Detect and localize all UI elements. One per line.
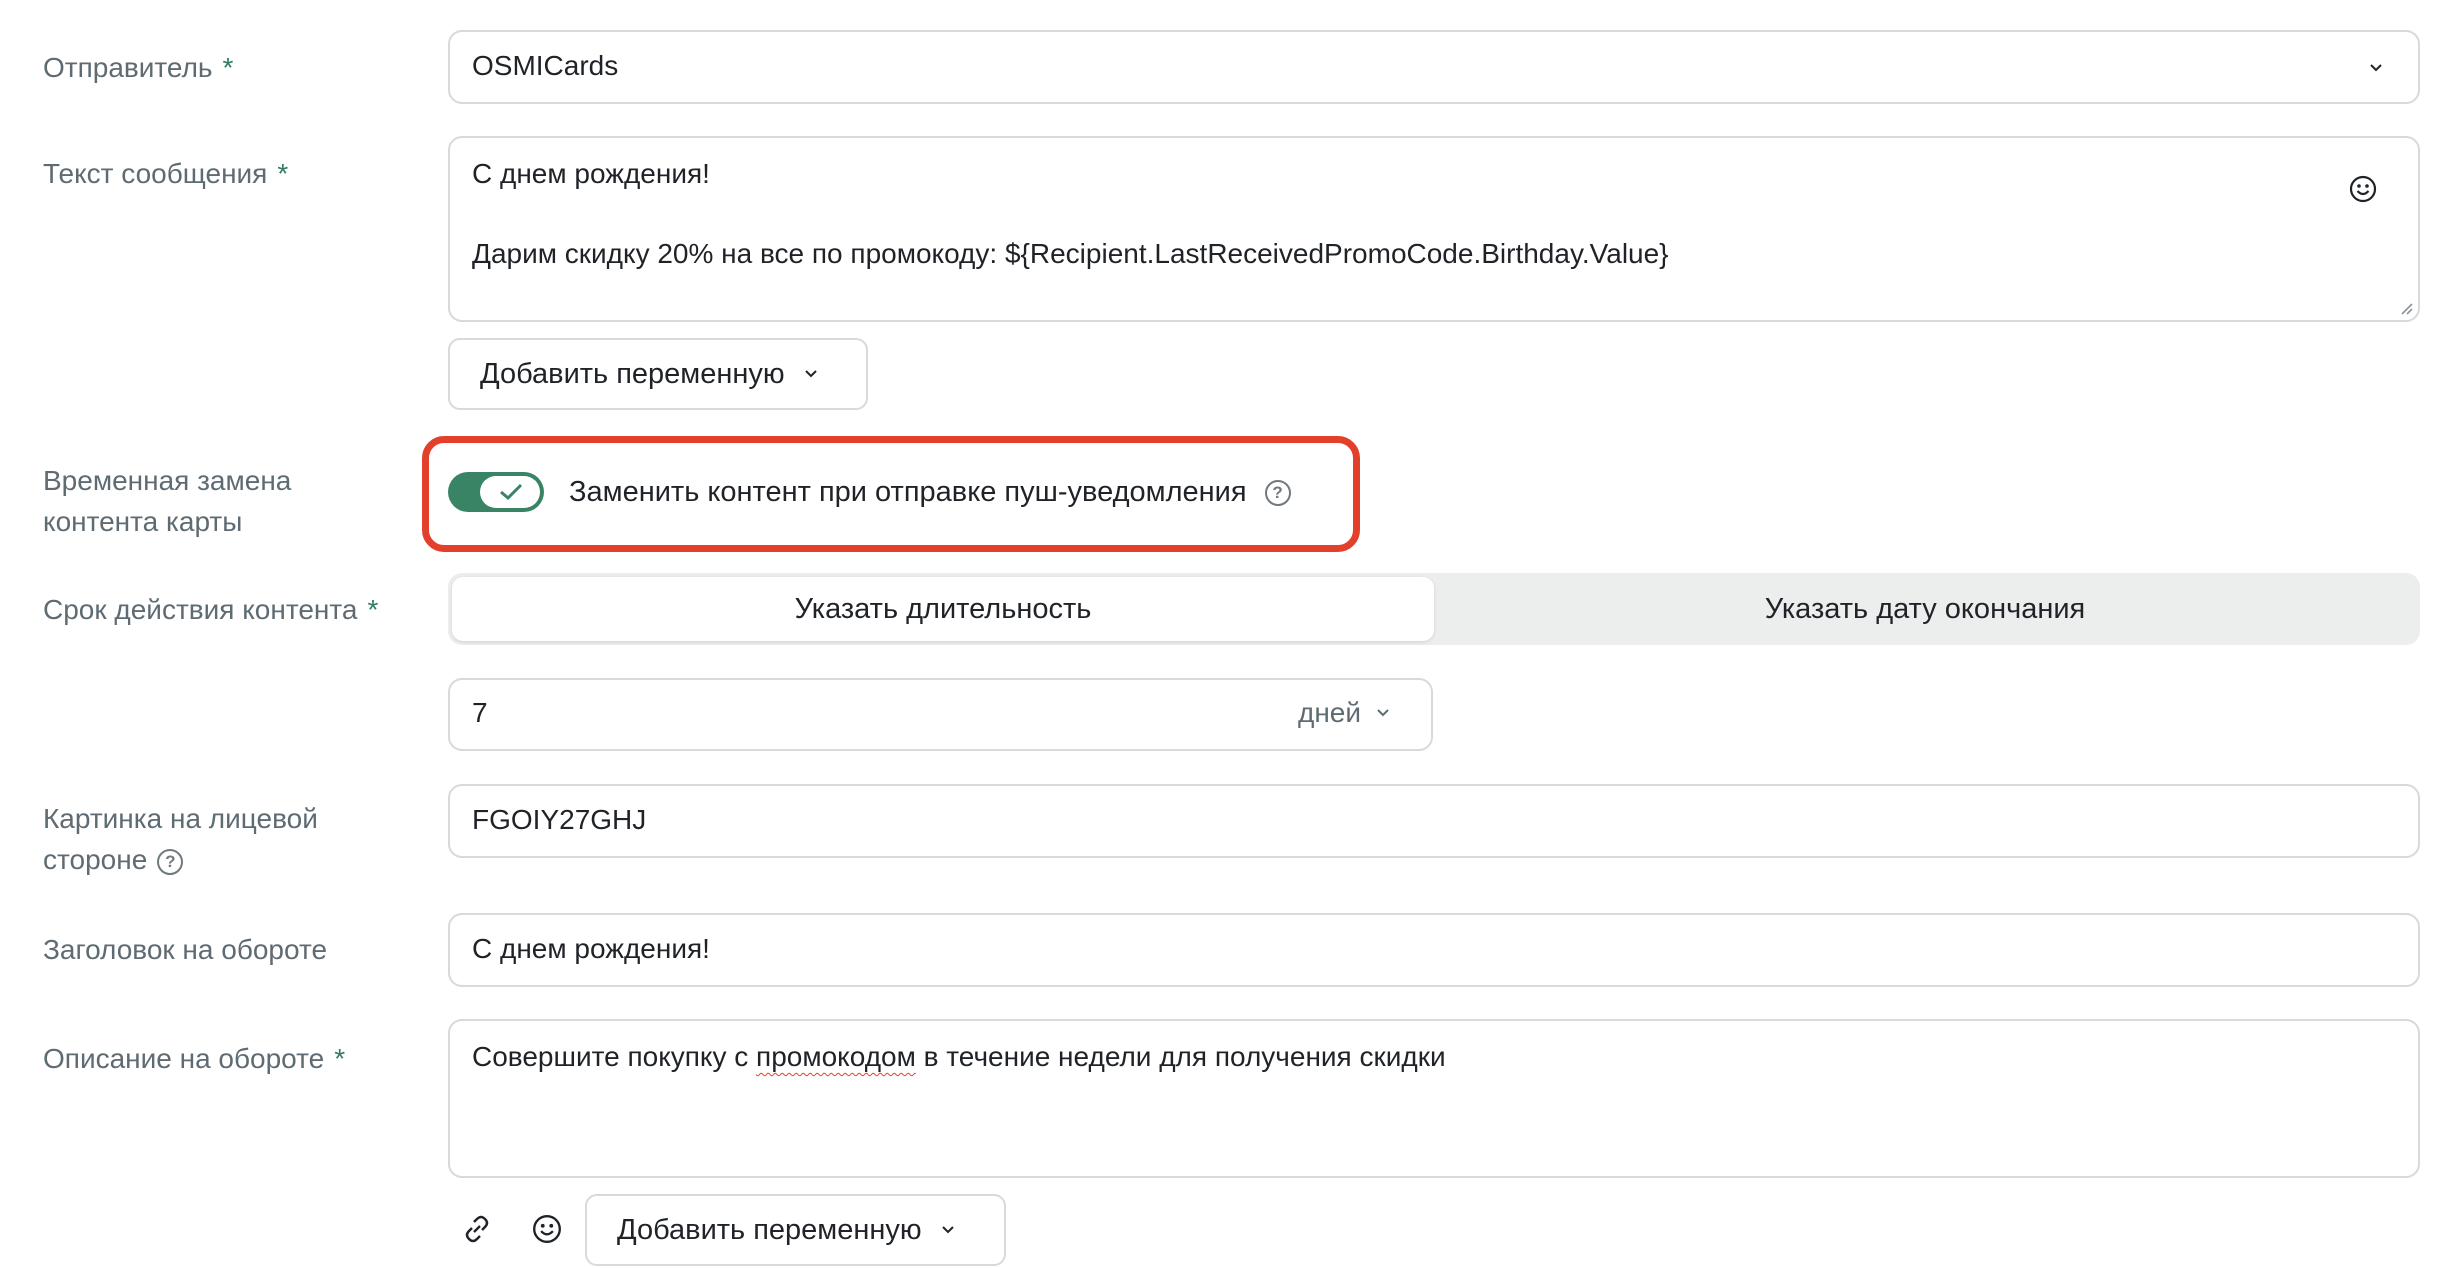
validity-segmented-control: Указать длительность Указать дату оконча… bbox=[448, 573, 2420, 645]
tab-end-date[interactable]: Указать дату окончания bbox=[1434, 577, 2416, 641]
validity-label: Срок действия контента * bbox=[43, 594, 379, 625]
required-marker: * bbox=[334, 1043, 346, 1074]
replace-content-toggle[interactable] bbox=[448, 472, 544, 512]
toggle-label-text: Заменить контент при отправке пуш-уведом… bbox=[569, 476, 1247, 508]
message-line-1: С днем рождения! bbox=[472, 158, 710, 189]
chevron-down-icon bbox=[804, 370, 817, 378]
front-image-input[interactable]: FGOIY27GHJ bbox=[448, 784, 2420, 858]
emoji-icon[interactable] bbox=[2348, 174, 2378, 204]
back-description-textarea[interactable]: Совершите покупку с промокодом в течение… bbox=[448, 1019, 2420, 1178]
required-marker: * bbox=[277, 158, 289, 189]
emoji-icon[interactable] bbox=[531, 1213, 563, 1245]
required-marker: * bbox=[367, 594, 379, 625]
front-image-value: FGOIY27GHJ bbox=[472, 804, 647, 835]
required-marker: * bbox=[222, 52, 234, 83]
chevron-down-icon bbox=[2370, 64, 2382, 72]
chevron-down-icon bbox=[1377, 709, 1389, 717]
replace-content-toggle-label: Заменить контент при отправке пуш-уведом… bbox=[569, 472, 1291, 512]
add-variable-label: Добавить переменную bbox=[617, 1213, 922, 1246]
toggle-knob bbox=[480, 476, 540, 508]
sender-select[interactable]: OSMICards bbox=[448, 30, 2420, 104]
sender-value: OSMICards bbox=[472, 50, 619, 81]
check-icon bbox=[500, 483, 523, 501]
message-label: Текст сообщения * bbox=[43, 158, 289, 189]
help-icon[interactable]: ? bbox=[157, 848, 184, 875]
duration-input[interactable]: 7 дней bbox=[448, 678, 1433, 751]
sender-label: Отправитель * bbox=[43, 52, 234, 83]
misspelled-word: промокодом bbox=[756, 1041, 916, 1072]
add-variable-button-description[interactable]: Добавить переменную bbox=[585, 1194, 1006, 1266]
duration-unit-value: дней bbox=[1297, 697, 1361, 728]
back-description-value: Совершите покупку с промокодом в течение… bbox=[472, 1041, 1446, 1072]
resize-handle-icon[interactable] bbox=[2396, 298, 2414, 316]
back-title-value: С днем рождения! bbox=[472, 933, 710, 964]
add-variable-label: Добавить переменную bbox=[480, 357, 785, 390]
front-image-label-line-1: Картинка на лицевой bbox=[43, 803, 318, 834]
chevron-down-icon bbox=[941, 1226, 954, 1234]
front-image-label-line-2: стороне? bbox=[43, 839, 184, 880]
back-title-input[interactable]: С днем рождения! bbox=[448, 913, 2420, 987]
back-title-label: Заголовок на обороте bbox=[43, 934, 328, 965]
link-icon[interactable] bbox=[460, 1212, 494, 1246]
duration-unit-select[interactable]: дней bbox=[1298, 697, 1391, 729]
back-description-label: Описание на обороте * bbox=[43, 1043, 346, 1074]
temp-replace-label-line-2: контента карты bbox=[43, 506, 243, 537]
add-variable-button[interactable]: Добавить переменную bbox=[448, 338, 868, 410]
help-icon[interactable]: ? bbox=[1264, 480, 1291, 507]
duration-value: 7 bbox=[472, 697, 488, 728]
tab-duration[interactable]: Указать длительность bbox=[452, 577, 1434, 641]
message-textarea[interactable]: С днем рождения! Дарим скидку 20% на все… bbox=[448, 136, 2420, 322]
message-line-2: Дарим скидку 20% на все по промокоду: ${… bbox=[472, 238, 1669, 269]
temp-replace-label-line-1: Временная замена bbox=[43, 465, 292, 496]
